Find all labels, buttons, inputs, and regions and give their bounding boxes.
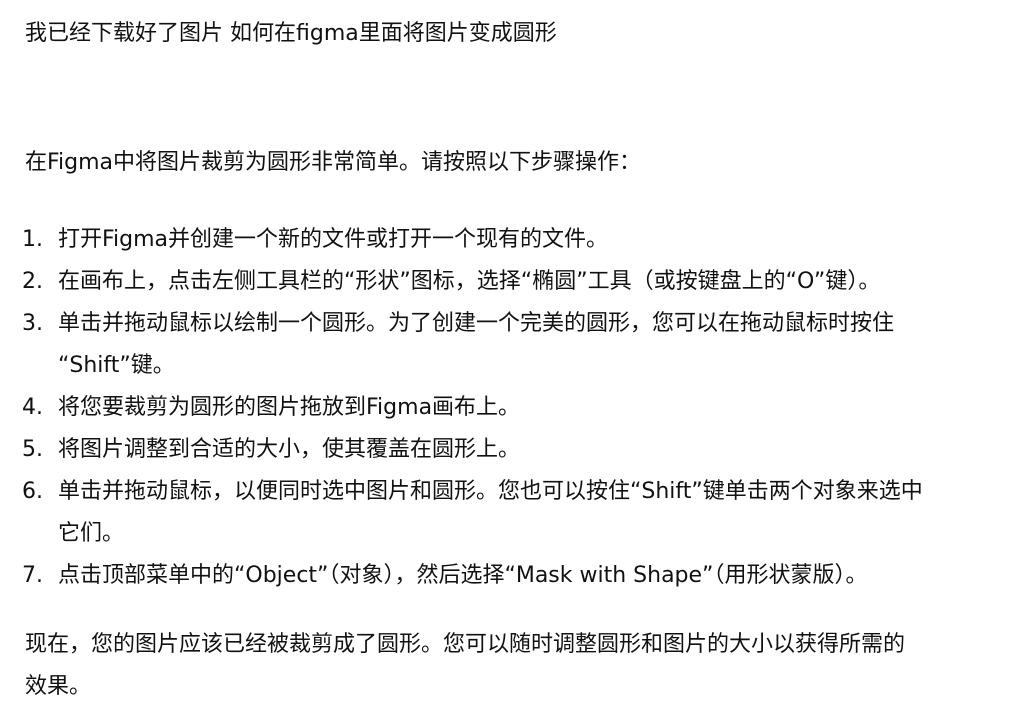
step-number: 4.: [22, 395, 43, 420]
step-number: 3.: [22, 311, 43, 336]
list-item: 7. 点击顶部菜单中的“Object”（对象），然后选择“Mask with S…: [22, 555, 1012, 597]
list-item: 6. 单击并拖动鼠标，以便同时选中图片和圆形。您也可以按住“Shift”键单击两…: [22, 471, 1012, 555]
list-item: 4. 将您要裁剪为圆形的图片拖放到Figma画布上。: [22, 387, 1012, 429]
step-text: 在画布上，点击左侧工具栏的“形状”图标，选择“椭圆”工具（或按键盘上的“O”键）…: [58, 269, 881, 294]
steps-list: 1. 打开Figma并创建一个新的文件或打开一个现有的文件。 2. 在画布上，点…: [22, 219, 1012, 597]
step-text: 点击顶部菜单中的“Object”（对象），然后选择“Mask with Shap…: [58, 563, 868, 588]
step-number: 7.: [22, 563, 43, 588]
user-question: 我已经下载好了图片 如何在figma里面将图片变成圆形: [25, 21, 557, 46]
step-number: 6.: [22, 479, 43, 504]
answer-intro: 在Figma中将图片裁剪为圆形非常简单。请按照以下步骤操作：: [25, 150, 642, 175]
list-item: 1. 打开Figma并创建一个新的文件或打开一个现有的文件。: [22, 219, 1012, 261]
answer-conclusion: 现在，您的图片应该已经被裁剪成了圆形。您可以随时调整圆形和图片的大小以获得所需的…: [25, 624, 1000, 708]
step-text: 单击并拖动鼠标以绘制一个圆形。为了创建一个完美的圆形，您可以在拖动鼠标时按住: [58, 311, 895, 336]
step-text: 单击并拖动鼠标，以便同时选中图片和圆形。您也可以按住“Shift”键单击两个对象…: [58, 479, 923, 504]
chat-page: 我已经下载好了图片 如何在figma里面将图片变成圆形 在Figma中将图片裁剪…: [0, 0, 1024, 722]
step-text: 将您要裁剪为圆形的图片拖放到Figma画布上。: [58, 395, 521, 420]
step-text: 打开Figma并创建一个新的文件或打开一个现有的文件。: [58, 227, 609, 252]
step-text: 将图片调整到合适的大小，使其覆盖在圆形上。: [58, 437, 521, 462]
conclusion-line: 效果。: [25, 674, 92, 699]
step-text-continued: 它们。: [58, 521, 125, 546]
list-item: 2. 在画布上，点击左侧工具栏的“形状”图标，选择“椭圆”工具（或按键盘上的“O…: [22, 261, 1012, 303]
list-item: 5. 将图片调整到合适的大小，使其覆盖在圆形上。: [22, 429, 1012, 471]
list-item: 3. 单击并拖动鼠标以绘制一个圆形。为了创建一个完美的圆形，您可以在拖动鼠标时按…: [22, 303, 1012, 387]
step-number: 5.: [22, 437, 43, 462]
step-number: 2.: [22, 269, 43, 294]
step-number: 1.: [22, 227, 43, 252]
step-text-continued: “Shift”键。: [58, 353, 175, 378]
conclusion-line: 现在，您的图片应该已经被裁剪成了圆形。您可以随时调整圆形和图片的大小以获得所需的: [25, 632, 906, 657]
